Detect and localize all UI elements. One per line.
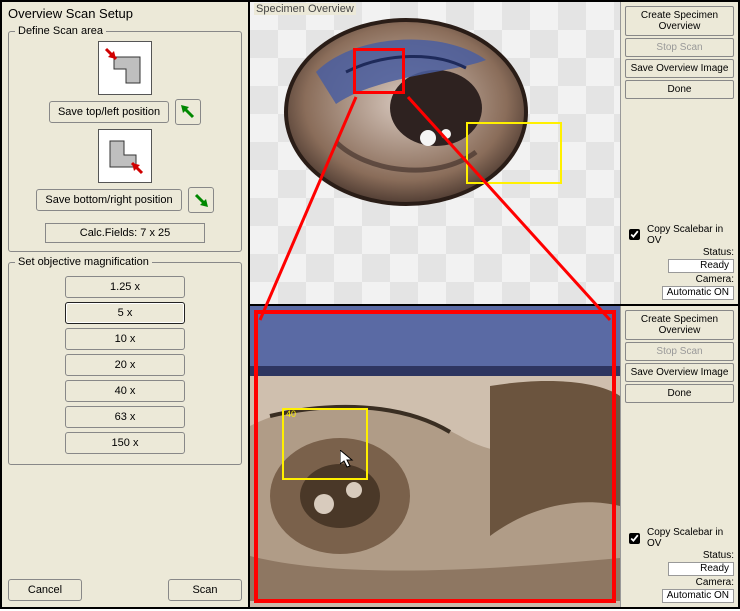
camera-value: Automatic ON — [662, 286, 734, 300]
copy-scalebar-checkbox-2[interactable] — [629, 533, 640, 544]
copy-scalebar-label-2: Copy Scalebar in OV — [647, 527, 734, 549]
cursor-icon — [340, 450, 356, 470]
overview-viewer[interactable] — [250, 2, 620, 304]
magnification-button[interactable]: 40 x — [65, 380, 185, 402]
save-overview-image-button[interactable]: Save Overview Image — [625, 59, 734, 78]
done-button-2[interactable]: Done — [625, 384, 734, 403]
copy-scalebar-label: Copy Scalebar in OV — [647, 224, 734, 246]
status-value-2: Ready — [668, 562, 734, 576]
status-value: Ready — [668, 259, 734, 273]
scan-button[interactable]: Scan — [168, 579, 242, 601]
magnification-button[interactable]: 20 x — [65, 354, 185, 376]
save-bottom-right-button[interactable]: Save bottom/right position — [36, 189, 181, 211]
magnification-button[interactable]: 1.25 x — [65, 276, 185, 298]
detail-viewer[interactable]: 40 — [250, 306, 620, 608]
overview-scan-setup-panel: Overview Scan Setup Define Scan area Sav… — [2, 2, 250, 607]
camera-label: Camera: — [696, 274, 734, 285]
detail-roi-label: 40 — [286, 409, 296, 419]
detail-side-controls: Create Specimen Overview Stop Scan Save … — [620, 306, 738, 608]
stop-scan-button-2[interactable]: Stop Scan — [625, 342, 734, 361]
overview-side-controls: Create Specimen Overview Stop Scan Save … — [620, 2, 738, 304]
define-scan-area-group: Define Scan area Save top/left position — [8, 25, 242, 252]
camera-value-2: Automatic ON — [662, 589, 734, 603]
specimen-area: Specimen Overview — [250, 2, 738, 607]
go-top-left-button[interactable] — [175, 99, 201, 125]
panel-title: Overview Scan Setup — [6, 4, 244, 23]
define-scan-area-legend: Define Scan area — [15, 25, 106, 37]
create-overview-button[interactable]: Create Specimen Overview — [625, 6, 734, 36]
magnification-button[interactable]: 150 x — [65, 432, 185, 454]
camera-label-2: Camera: — [696, 577, 734, 588]
magnification-button[interactable]: 5 x — [65, 302, 185, 324]
cancel-button[interactable]: Cancel — [8, 579, 82, 601]
overview-roi-yellow[interactable] — [466, 122, 562, 184]
calc-fields-display: Calc.Fields: 7 x 25 — [45, 223, 205, 243]
create-overview-button-2[interactable]: Create Specimen Overview — [625, 310, 734, 340]
stop-scan-button[interactable]: Stop Scan — [625, 38, 734, 57]
done-button[interactable]: Done — [625, 80, 734, 99]
copy-scalebar-checkbox[interactable] — [629, 229, 640, 240]
status-label: Status: — [703, 247, 734, 258]
magnification-group: Set objective magnification 1.25 x 5 x 10 … — [8, 256, 242, 465]
specimen-title: Specimen Overview — [254, 3, 356, 15]
magnification-button[interactable]: 10 x — [65, 328, 185, 350]
save-overview-image-button-2[interactable]: Save Overview Image — [625, 363, 734, 382]
go-bottom-right-button[interactable] — [188, 187, 214, 213]
top-left-icon — [98, 41, 152, 95]
overview-roi-red[interactable] — [353, 48, 405, 94]
magnification-legend: Set objective magnification — [15, 256, 152, 268]
magnification-button[interactable]: 63 x — [65, 406, 185, 428]
status-label-2: Status: — [703, 550, 734, 561]
bottom-right-icon — [98, 129, 152, 183]
save-top-left-button[interactable]: Save top/left position — [49, 101, 169, 123]
